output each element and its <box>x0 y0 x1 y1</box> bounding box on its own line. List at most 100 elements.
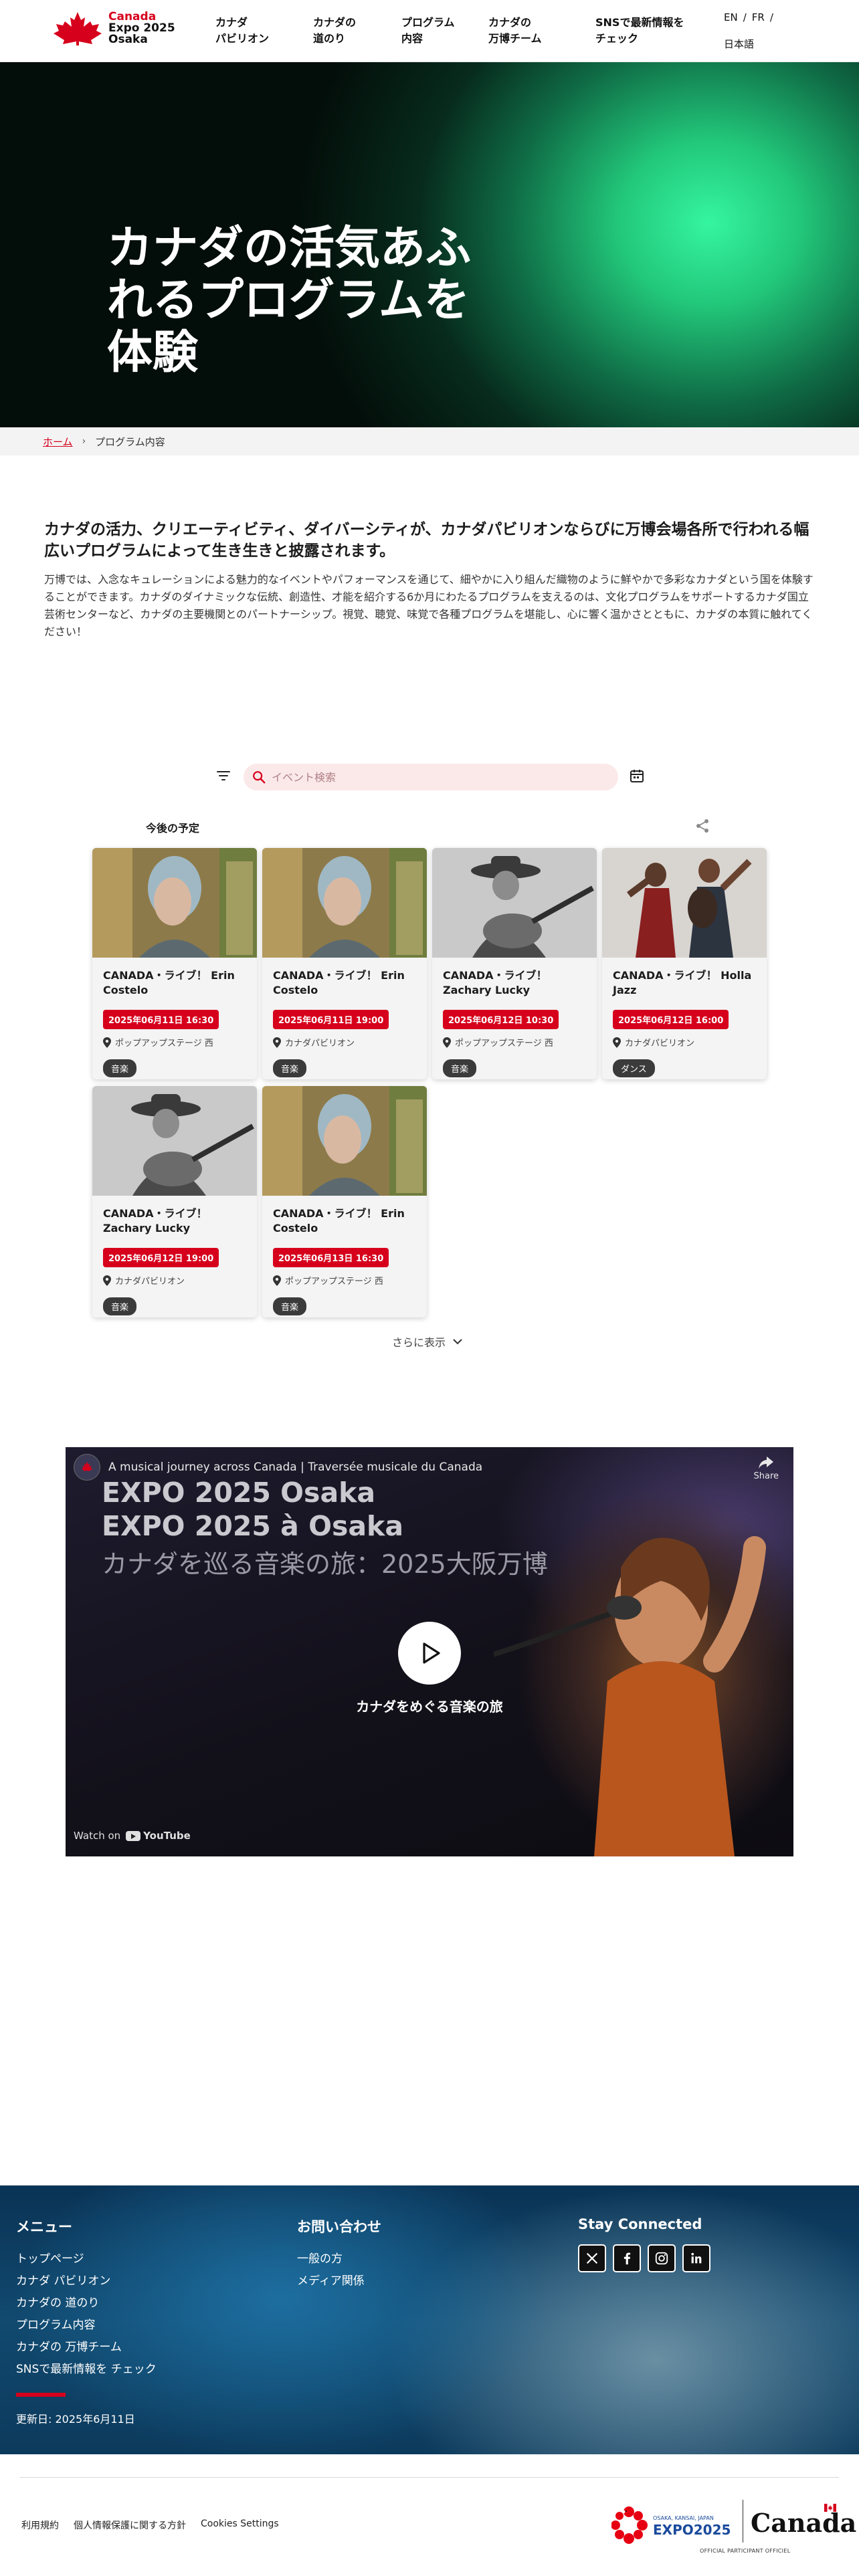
breadcrumb-home-link[interactable]: ホーム <box>43 435 73 449</box>
event-category-tag: 音楽 <box>443 1059 477 1077</box>
event-location-text: ポップアップステージ 西 <box>285 1277 383 1287</box>
footer-link-general[interactable]: 一般の方 <box>297 2248 365 2270</box>
terms-link[interactable]: 利用規約 <box>21 2518 59 2532</box>
breadcrumb: ホーム › プログラム内容 <box>0 427 859 455</box>
play-button[interactable] <box>398 1622 461 1685</box>
event-photo <box>92 848 257 958</box>
linkedin-icon[interactable] <box>682 2244 710 2272</box>
event-card[interactable]: CANADA・ライブ！ Zachary Lucky 2025年06月12日 10… <box>432 848 597 1079</box>
event-location: ポップアップステージ 西 <box>103 1036 246 1049</box>
facebook-icon[interactable] <box>613 2244 641 2272</box>
event-card[interactable]: CANADA・ライブ！ Zachary Lucky 2025年06月12日 19… <box>92 1086 257 1317</box>
video-overlay-line-1: EXPO 2025 Osaka <box>102 1477 376 1509</box>
event-search-input[interactable] <box>272 770 593 784</box>
youtube-wordmark: YouTube <box>143 1830 191 1842</box>
event-title: CANADA・ライブ！ Zachary Lucky <box>103 1207 207 1235</box>
legal-links: 利用規約 個人情報保護に関する方針 Cookies Settings <box>21 2518 279 2532</box>
video-title[interactable]: A musical journey across Canada | Traver… <box>108 1461 482 1474</box>
event-title: CANADA・ライブ！ Erin Costelo <box>273 969 405 996</box>
footer-link-sns[interactable]: SNSで最新情報を チェック <box>16 2359 157 2381</box>
nav-item-program[interactable]: プログラム 内容 <box>401 15 502 47</box>
show-more-button[interactable]: さらに表示 <box>392 1333 464 1350</box>
youtube-play-icon <box>126 1830 141 1841</box>
video-share-button[interactable]: Share <box>753 1455 779 1481</box>
maple-leaf-icon <box>81 1461 93 1471</box>
footer-link-media[interactable]: メディア関係 <box>297 2270 365 2292</box>
channel-avatar[interactable] <box>74 1454 100 1481</box>
performer-portrait <box>602 848 767 958</box>
event-date-badge: 2025年06月12日 16:00 <box>613 1010 729 1029</box>
performer-portrait <box>432 848 597 958</box>
intro-lead: カナダの活力、クリエーティビティ、ダイバーシティが、カナダパビリオンならびに万博… <box>44 521 809 560</box>
hero-title: カナダの活気あふ れるプログラムを 体験 <box>107 222 472 379</box>
instagram-icon[interactable] <box>648 2244 676 2272</box>
event-title: CANADA・ライブ！ Erin Costelo <box>273 1207 405 1235</box>
event-location-text: カナダパビリオン <box>115 1277 185 1287</box>
footer-link-team[interactable]: カナダの 万博チーム <box>16 2337 157 2359</box>
chevron-right-icon: › <box>82 436 86 447</box>
youtube-logo: YouTube <box>126 1830 191 1842</box>
privacy-link[interactable]: 個人情報保護に関する方針 <box>74 2518 186 2532</box>
calendar-icon[interactable] <box>629 768 645 784</box>
lang-separator: / <box>769 11 773 23</box>
event-location: カナダパビリオン <box>103 1274 246 1287</box>
location-pin-icon <box>273 1037 281 1048</box>
event-search-bar <box>244 764 618 790</box>
event-location-text: ポップアップステージ 西 <box>115 1039 213 1049</box>
logo-line-expo: Expo 2025 <box>108 21 175 35</box>
nav-item-journey[interactable]: カナダの 道のり <box>313 15 413 47</box>
event-card[interactable]: CANADA・ライブ！ Holla Jazz 2025年06月12日 16:00… <box>602 848 767 1079</box>
footer-link-journey[interactable]: カナダの 道のり <box>16 2292 157 2315</box>
event-photo <box>602 848 767 958</box>
play-icon <box>423 1642 440 1664</box>
event-title: CANADA・ライブ！ Holla Jazz <box>613 969 752 996</box>
site-header: Canada Expo 2025 Osaka カナダ パビリオン カナダの 道の… <box>0 0 859 62</box>
cookie-settings-link[interactable]: Cookies Settings <box>201 2518 279 2532</box>
logo-line-canada: Canada <box>108 9 157 23</box>
social-links <box>578 2244 710 2272</box>
footer-link-program[interactable]: プログラム内容 <box>16 2315 157 2337</box>
event-category-tag: 音楽 <box>103 1297 137 1315</box>
event-date-badge: 2025年06月13日 16:30 <box>273 1248 389 1267</box>
footer-accent-bar <box>16 2393 66 2397</box>
performer-portrait <box>262 1086 427 1196</box>
footer-link-pavilion[interactable]: カナダ パビリオン <box>16 2270 157 2292</box>
lang-en-link[interactable]: EN <box>724 9 738 25</box>
performer-portrait <box>92 848 257 958</box>
lang-fr-link[interactable]: FR <box>752 9 765 25</box>
event-location: ポップアップステージ 西 <box>443 1036 586 1049</box>
official-participant-text: OFFICIAL PARTICIPANT OFFICIEL <box>700 2548 791 2554</box>
show-more-label: さらに表示 <box>392 1336 446 1349</box>
event-card[interactable]: CANADA・ライブ！ Erin Costelo 2025年06月11日 16:… <box>92 848 257 1079</box>
event-card[interactable]: CANADA・ライブ！ Erin Costelo 2025年06月11日 19:… <box>262 848 427 1079</box>
canada-expo-logo[interactable]: Canada Expo 2025 Osaka <box>52 8 186 48</box>
youtube-video-embed[interactable]: A musical journey across Canada | Traver… <box>66 1447 793 1856</box>
footer-updated-date: 更新日: 2025年6月11日 <box>16 2413 135 2426</box>
share-arrow-icon <box>759 1457 774 1469</box>
divider <box>20 2477 839 2478</box>
footer-link-top[interactable]: トップページ <box>16 2248 157 2270</box>
language-switcher: EN / FR / 日本語 <box>724 9 773 52</box>
nav-item-pavilion[interactable]: カナダ パビリオン <box>215 15 316 47</box>
event-card[interactable]: CANADA・ライブ！ Erin Costelo 2025年06月13日 16:… <box>262 1086 427 1317</box>
nav-item-team[interactable]: カナダの 万博チーム <box>488 15 589 47</box>
event-category-tag: ダンス <box>613 1059 655 1077</box>
nav-item-sns[interactable]: SNSで最新情報を チェック <box>595 15 696 47</box>
watch-on-label: Watch on <box>74 1830 121 1842</box>
expo-name-text: EXPO2025 <box>653 2522 731 2538</box>
watch-on-youtube-link[interactable]: Watch on YouTube <box>74 1830 191 1842</box>
canada-wordmark: Canada <box>751 2508 857 2538</box>
lang-jp-link[interactable]: 日本語 <box>724 36 773 52</box>
lang-separator: / <box>743 11 747 23</box>
site-footer: メニュー トップページ カナダ パビリオン カナダの 道のり プログラム内容 カ… <box>0 2185 859 2454</box>
performer-portrait <box>92 1086 257 1196</box>
location-pin-icon <box>443 1037 451 1048</box>
event-location-text: カナダパビリオン <box>285 1039 355 1049</box>
logo-line-osaka: Osaka <box>108 32 148 46</box>
share-icon[interactable] <box>694 818 710 834</box>
canada-flag-icon <box>824 2504 836 2512</box>
filter-icon[interactable] <box>215 768 231 784</box>
x-twitter-icon[interactable] <box>578 2244 606 2272</box>
video-overlay-line-3: カナダを巡る音楽の旅：2025大阪万博 <box>102 1549 548 1579</box>
event-category-tag: 音楽 <box>273 1297 307 1315</box>
